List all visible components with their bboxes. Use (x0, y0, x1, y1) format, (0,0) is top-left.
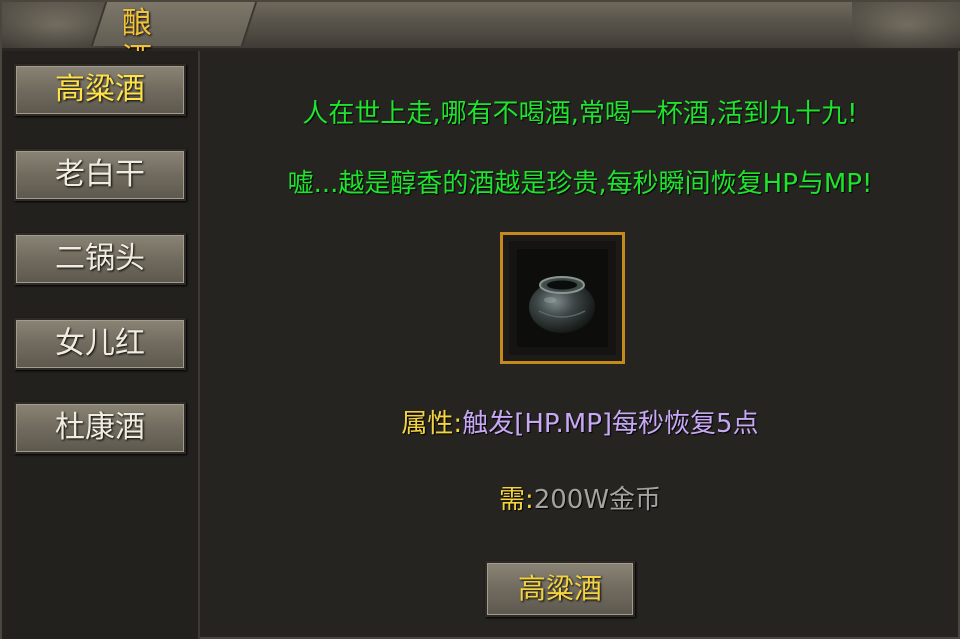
main-content: 人在世上走,哪有不喝酒,常喝一杯酒,活到九十九! 嘘...越是醇香的酒越是珍贵,… (200, 51, 960, 639)
cost-value: 200W金币 (533, 485, 662, 515)
sidebar-item-laobaigan[interactable]: 老白干 (14, 149, 186, 201)
sidebar-item-dukangjiu[interactable]: 杜康酒 (14, 402, 186, 454)
item-slot[interactable] (500, 232, 625, 364)
sidebar-item-nvererhong[interactable]: 女儿红 (14, 318, 186, 370)
title-ornament-right (852, 2, 960, 48)
brew-button[interactable]: 高粱酒 (485, 561, 635, 617)
wine-jar-icon (529, 276, 595, 333)
brewing-window: 酿 酒 高粱酒 老白干 二锅头 女儿红 杜康酒 人在世上走,哪有不喝酒,常喝一杯… (0, 0, 960, 639)
item-slot-inner (517, 249, 608, 347)
description-line-2: 嘘...越是醇香的酒越是珍贵,每秒瞬间恢复HP与MP! (287, 169, 873, 199)
property-value: 触发[HP.MP]每秒恢复5点 (462, 409, 759, 439)
sidebar-item-gaoliangjiu[interactable]: 高粱酒 (14, 64, 186, 116)
cost-row: 需:200W金币 (200, 479, 960, 516)
description-line-1: 人在世上走,哪有不喝酒,常喝一杯酒,活到九十九! (302, 99, 858, 129)
sidebar-item-erguotou[interactable]: 二锅头 (14, 233, 186, 285)
cost-label: 需: (498, 485, 534, 515)
title-bar: 酿 酒 (2, 2, 960, 77)
window-title: 酿 酒 (122, 6, 174, 77)
property-label: 属性: (401, 409, 463, 439)
property-row: 属性:触发[HP.MP]每秒恢复5点 (200, 403, 960, 440)
wine-type-sidebar: 高粱酒 老白干 二锅头 女儿红 杜康酒 (2, 51, 200, 639)
